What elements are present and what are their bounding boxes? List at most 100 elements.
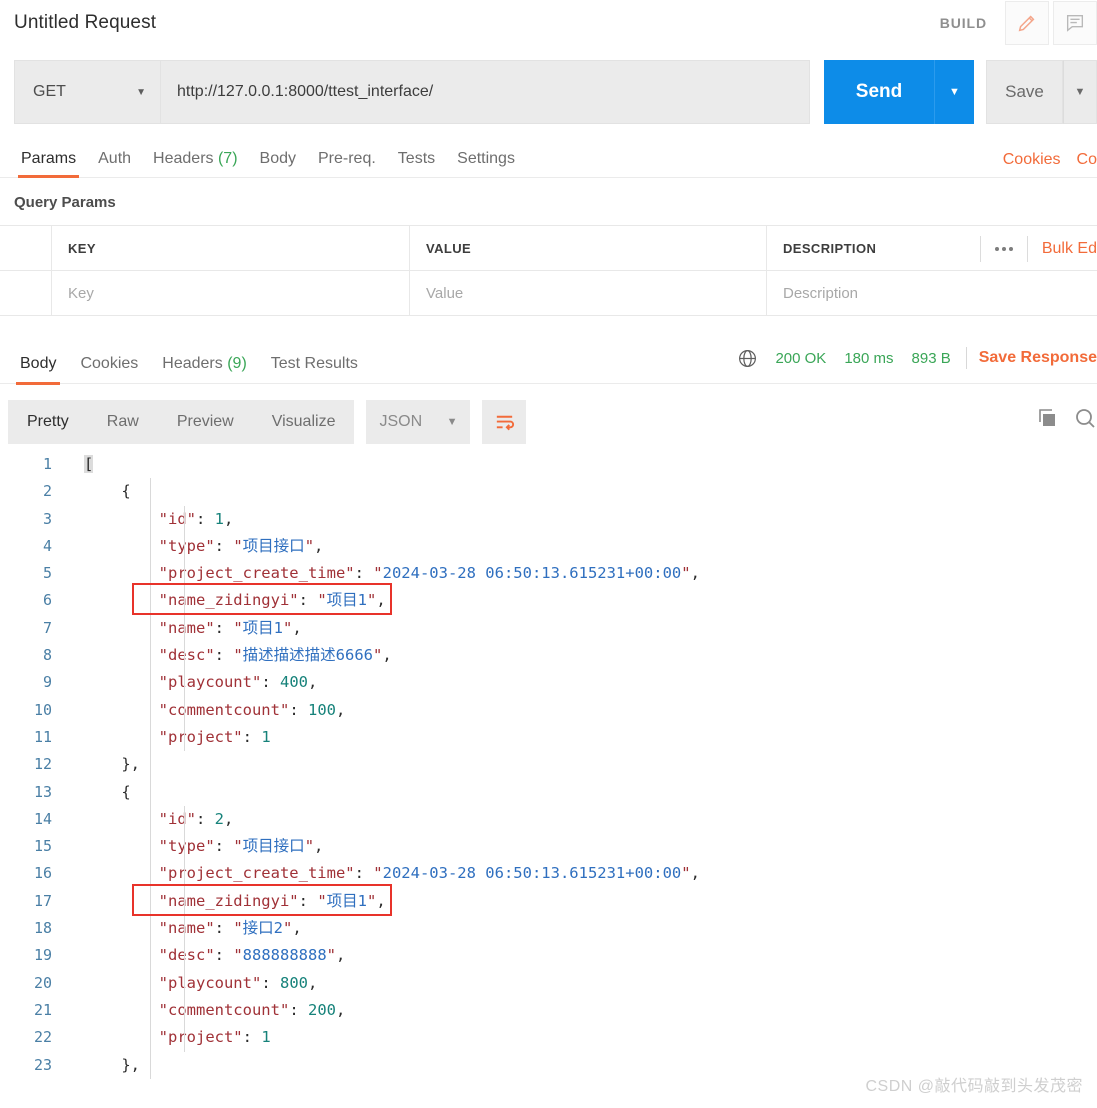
indent-guide [184,532,185,561]
bulk-edit-link[interactable]: Bulk Ed [1028,240,1097,258]
tab-count: (7) [213,150,238,167]
value-input[interactable]: Value [426,285,463,302]
indent-guide [184,833,185,861]
code-line-text: "playcount": 800, [66,969,318,997]
tab-pre-req[interactable]: Pre-req. [307,150,387,177]
response-time: 180 ms [844,349,894,367]
line-number: 16 [33,864,52,883]
token-p: , [335,700,346,719]
token-q: " [233,946,243,965]
tab-label: Body [259,150,296,167]
token-k: "project_create_time" [158,864,355,883]
token-p: , [376,591,386,610]
indent-guide [150,833,151,861]
code-line-text: "playcount": 400, [66,669,317,697]
code-tokens: "id": 2, [84,810,234,828]
comment-icon[interactable] [1053,1,1097,45]
code-line-text: "name": "项目1", [66,614,302,643]
code-tokens: "name_zidingyi": "项目1", [84,591,386,609]
send-button[interactable]: Send [824,60,934,124]
indent-guide [184,1024,185,1052]
code-tokens: "type": "项目接口", [84,537,324,555]
code-link[interactable]: Co [1077,151,1097,169]
token-p: : [261,673,280,692]
code-line: 1[ [0,451,1097,478]
code-line-text: "desc": "888888888", [66,942,345,970]
code-line: 17 "name_zidingyi": "项目1", [0,887,1097,916]
response-body-toolbar-right [1035,406,1097,430]
tab-auth[interactable]: Auth [87,150,142,177]
tab-settings[interactable]: Settings [446,150,526,177]
word-wrap-icon[interactable] [482,400,527,444]
response-tab-body[interactable]: Body [8,355,68,385]
format-select[interactable]: JSON ▼ [366,400,471,444]
method-select[interactable]: GET ▼ [14,60,161,124]
code-line: 2 { [0,478,1097,506]
token-s: 项目接口 [242,837,305,856]
indent-guide [150,996,151,1025]
view-visualize[interactable]: Visualize [253,400,355,444]
token-s: 描述描述描述6666 [242,646,373,665]
ellipsis-icon[interactable] [981,246,1027,251]
token-k: "name_zidingyi" [158,891,299,910]
cookies-link[interactable]: Cookies [1003,151,1061,169]
save-response-link[interactable]: Save Response [973,349,1097,367]
response-tab-cookies[interactable]: Cookies [68,355,150,384]
token-q: " [233,919,243,938]
tab-tests[interactable]: Tests [387,150,446,177]
tab-body[interactable]: Body [249,150,307,177]
code-line-text: "id": 2, [66,805,234,834]
indent-guide [184,505,185,533]
indent-guide [184,915,185,943]
request-title[interactable]: Untitled Request [14,12,156,34]
token-s: 项目1 [326,591,367,610]
table-header-actions: Bulk Ed [979,226,1097,271]
line-number: 2 [42,482,52,501]
indent-guide [150,969,151,997]
search-icon[interactable] [1073,406,1097,430]
chevron-down-icon: ▼ [446,416,458,428]
save-options-chevron-down-icon[interactable]: ▼ [1063,60,1097,124]
token-p: , [292,919,302,938]
response-tab-headers[interactable]: Headers (9) [150,355,258,384]
token-p: , [382,646,392,665]
postman-window: Untitled Request BUILD GET ▼ http://127.… [0,0,1097,1108]
line-number: 20 [33,973,52,992]
response-json-viewer[interactable]: 1[2 {3 "id": 1, 4 "type": "项目接口", 5 "proje… [0,446,1097,1079]
view-preview[interactable]: Preview [158,400,253,444]
indent-guide [184,805,185,834]
code-tokens: "type": "项目接口", [84,837,324,856]
line-number: 3 [42,509,52,528]
indent-guide [184,560,185,588]
code-line: 7 "name": "项目1", [0,614,1097,643]
tab-params[interactable]: Params [10,150,87,178]
token-p: : [354,864,374,883]
select-all-checkbox-cell[interactable] [0,226,52,270]
view-raw[interactable]: Raw [88,400,158,444]
token-q: " [304,837,315,856]
code-tokens: "playcount": 800, [84,974,318,992]
code-line-text: }, [66,751,151,779]
url-input[interactable]: http://127.0.0.1:8000/ttest_interface/ [161,60,810,124]
code-line: 18 "name": "接口2", [0,915,1097,943]
code-line-text: }, [66,1051,151,1079]
view-pretty[interactable]: Pretty [8,400,88,444]
pencil-icon[interactable] [1005,1,1049,45]
indent-guide [184,942,185,970]
token-q: " [373,864,383,883]
send-options-chevron-down-icon[interactable]: ▼ [934,60,974,124]
token-q: " [367,891,377,910]
row-checkbox-cell[interactable] [0,271,52,315]
code-line-text: "type": "项目接口", [66,833,324,861]
response-tab-test-results[interactable]: Test Results [259,355,370,384]
copy-icon[interactable] [1035,406,1059,430]
save-button[interactable]: Save [986,60,1063,124]
code-line: 13 { [0,778,1097,806]
token-k: "desc" [158,646,215,665]
code-line: 10 "commentcount": 100, [0,696,1097,724]
tab-headers[interactable]: Headers (7) [142,150,248,177]
description-input[interactable]: Description [783,285,858,302]
key-input[interactable]: Key [68,285,94,302]
tab-label: Pre-req. [318,150,376,167]
token-p: { [121,482,131,501]
